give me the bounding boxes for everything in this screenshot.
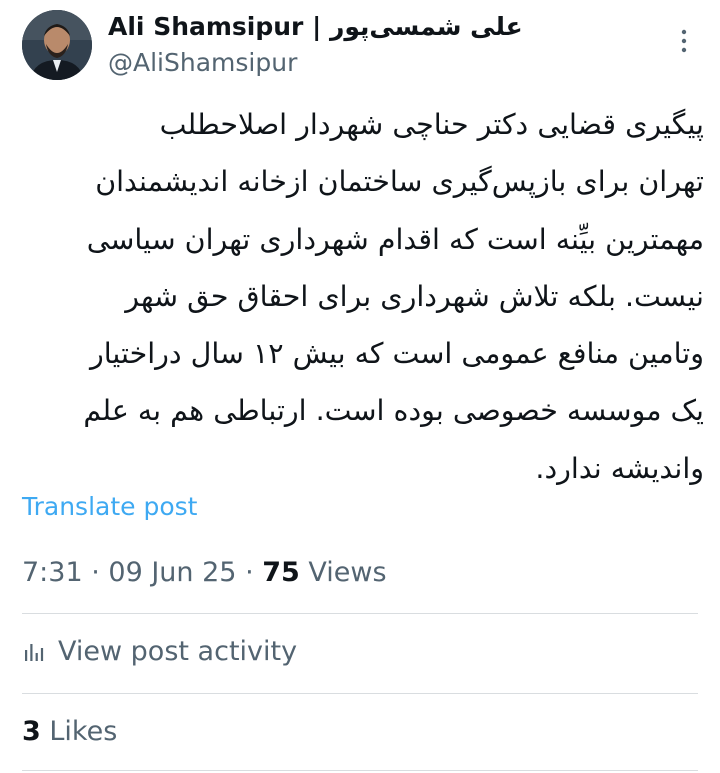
translate-post-link[interactable]: Translate post: [22, 492, 197, 521]
post-text-line: واندیشه ندارد.: [535, 451, 704, 485]
view-post-activity-button[interactable]: View post activity: [22, 636, 297, 667]
views-count: 75: [262, 557, 300, 588]
more-options-icon[interactable]: [672, 26, 696, 56]
divider: [22, 770, 698, 771]
bar-chart-icon: [25, 643, 44, 661]
meta-separator: ·: [91, 557, 109, 588]
view-post-activity-label: View post activity: [58, 636, 298, 667]
post-text: پیگیری قضایی دکتر حناچی شهردار اصلاحطلب …: [20, 96, 704, 497]
divider: [22, 693, 698, 694]
likes-label: Likes: [49, 716, 118, 747]
post-text-line: نیست. بلکه تلاش شهرداری برای احقاق حق شه…: [125, 279, 704, 313]
post-text-line: وتامین منافع عمومی است که بیش ۱۲ سال درا…: [89, 337, 704, 371]
post-meta: 7:31 · 09 Jun 25 · 75 Views: [22, 557, 387, 588]
post-date[interactable]: 09 Jun 25: [108, 557, 236, 588]
avatar[interactable]: [22, 10, 92, 80]
divider: [22, 613, 698, 614]
meta-separator: ·: [245, 557, 263, 588]
views-label: Views: [308, 557, 387, 588]
post-text-line: پیگیری قضایی دکتر حناچی شهردار اصلاحطلب: [159, 108, 704, 141]
post-time[interactable]: 7:31: [22, 557, 83, 588]
likes-count: 3: [22, 716, 41, 747]
author-display-name[interactable]: Ali Shamsipur | علی شمسی‌پور: [108, 12, 523, 41]
post-text-line: مهمترین بیِّنه است که اقدام شهرداری تهرا…: [86, 222, 704, 256]
likes-summary[interactable]: 3 Likes: [22, 716, 117, 747]
post-text-line: تهران برای بازپس‌گیری ساختمان ازخانه اند…: [95, 165, 704, 199]
profile-photo-icon: [22, 10, 92, 80]
author-handle[interactable]: @AliShamsipur: [108, 48, 297, 77]
post-text-line: یک موسسه خصوصی بوده است. ارتباطی هم به ع…: [83, 394, 704, 428]
